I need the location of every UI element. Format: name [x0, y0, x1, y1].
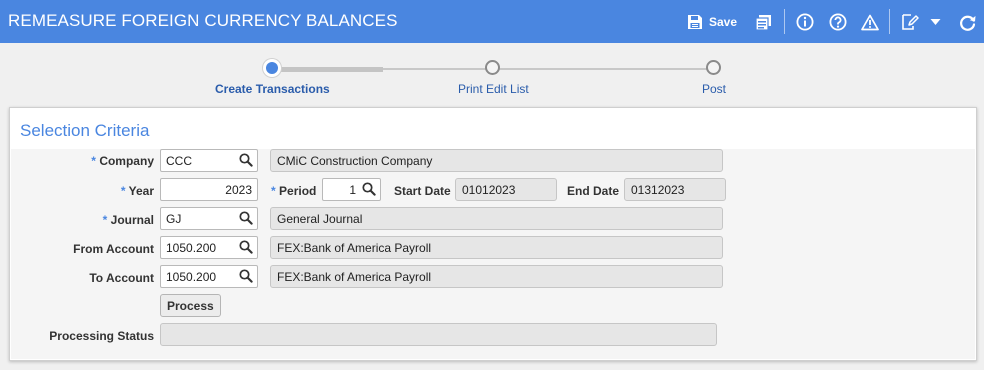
edit-icon	[901, 13, 919, 31]
save-label: Save	[709, 15, 738, 29]
journal-label: * Journal	[102, 213, 154, 227]
refresh-button[interactable]	[958, 12, 977, 32]
to-account-label: To Account	[89, 271, 154, 285]
help-button[interactable]	[829, 12, 847, 32]
processing-status-label: Processing Status	[49, 329, 154, 343]
info-button[interactable]	[796, 12, 814, 32]
save-icon	[687, 14, 703, 30]
period-label: * Period	[271, 184, 317, 198]
step-print-edit-list-marker[interactable]	[485, 60, 500, 75]
search-icon[interactable]	[239, 211, 253, 225]
from-account-name-field: FEX:Bank of America Payroll	[270, 236, 723, 259]
from-account-label: From Account	[73, 242, 154, 256]
year-input[interactable]: 2023	[160, 178, 258, 201]
page-title: REMEASURE FOREIGN CURRENCY BALANCES	[8, 11, 398, 30]
toolbar-separator	[889, 9, 890, 34]
report-icon	[755, 14, 772, 31]
step-create-transactions-label[interactable]: Create Transactions	[215, 82, 330, 96]
search-icon[interactable]	[362, 182, 376, 196]
step-print-edit-list-label[interactable]: Print Edit List	[458, 82, 529, 96]
warning-icon	[861, 14, 879, 31]
end-date-label: End Date	[567, 184, 620, 198]
help-icon	[829, 13, 847, 31]
edit-button[interactable]	[901, 12, 919, 32]
search-icon[interactable]	[239, 240, 253, 254]
info-icon	[796, 13, 814, 31]
to-account-name-field: FEX:Bank of America Payroll	[270, 265, 723, 288]
company-name-field: CMiC Construction Company	[270, 149, 723, 172]
dropdown-icon	[930, 18, 941, 26]
end-date-field: 01312023	[624, 178, 726, 201]
edit-dropdown-button[interactable]	[930, 12, 941, 32]
section-title: Selection Criteria	[20, 121, 150, 140]
step-post-label[interactable]: Post	[702, 82, 726, 96]
toolbar-separator	[784, 9, 785, 34]
search-icon[interactable]	[239, 153, 253, 167]
step-create-transactions-marker[interactable]	[263, 59, 281, 77]
company-label: * Company	[91, 154, 154, 168]
journal-name-field: General Journal	[270, 207, 723, 230]
report-button[interactable]	[755, 12, 772, 32]
step-track-pending	[383, 68, 713, 70]
processing-status-field	[160, 323, 717, 346]
step-track-completed	[271, 67, 383, 72]
start-date-field: 01012023	[455, 178, 557, 201]
year-label: * Year	[120, 184, 154, 198]
search-icon[interactable]	[239, 269, 253, 283]
save-button[interactable]: Save	[687, 12, 737, 32]
warning-button[interactable]	[861, 12, 879, 32]
page-header: REMEASURE FOREIGN CURRENCY BALANCES Save	[0, 0, 984, 43]
process-button[interactable]: Process	[160, 294, 221, 317]
start-date-label: Start Date	[394, 184, 451, 198]
step-post-marker[interactable]	[706, 60, 721, 75]
refresh-icon	[958, 13, 977, 32]
